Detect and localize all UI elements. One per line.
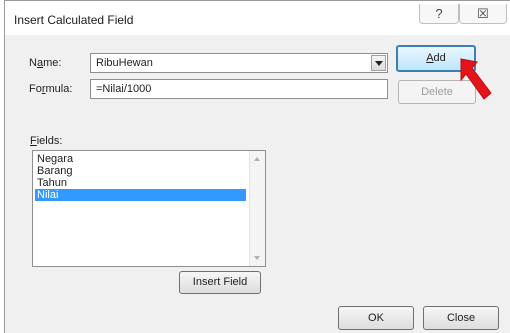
window-close-button[interactable]: ☒: [459, 4, 507, 24]
fields-label-part: ields:: [36, 135, 63, 147]
fields-listbox[interactable]: Negara Barang Tahun Nilai: [32, 150, 266, 267]
list-item[interactable]: Barang: [35, 165, 246, 177]
help-icon: ?: [435, 6, 443, 21]
insert-field-label: Insert Field: [192, 276, 248, 288]
ok-button[interactable]: OK: [338, 306, 414, 330]
add-label-accel: A: [426, 52, 434, 64]
help-button[interactable]: ?: [419, 4, 459, 24]
dialog-title: Insert Calculated Field: [14, 13, 134, 27]
list-item-selected[interactable]: Nilai: [35, 189, 246, 201]
name-label: Name:: [29, 57, 61, 69]
close-button[interactable]: Close: [423, 306, 499, 330]
name-value: RibuHewan: [96, 57, 153, 69]
list-item[interactable]: Negara: [35, 153, 246, 165]
ok-label: OK: [368, 312, 384, 324]
listbox-scrollbar[interactable]: [249, 151, 265, 266]
list-item[interactable]: Tahun: [35, 177, 246, 189]
formula-value: =Nilai/1000: [96, 83, 152, 95]
chevron-down-icon[interactable]: [371, 55, 386, 71]
formula-label-part: mula:: [45, 83, 73, 95]
formula-label: Formula:: [29, 83, 72, 95]
name-label-part: me:: [43, 57, 62, 69]
fields-label-accel: F: [30, 135, 37, 147]
name-combobox[interactable]: RibuHewan: [90, 53, 388, 73]
formula-input[interactable]: =Nilai/1000: [90, 79, 388, 99]
fields-label: Fields:: [30, 135, 62, 147]
scroll-down-icon[interactable]: [254, 256, 260, 260]
delete-label: Delete: [421, 86, 453, 98]
scroll-up-icon[interactable]: [254, 157, 260, 161]
name-label-part: N: [29, 57, 37, 69]
close-label: Close: [446, 312, 476, 324]
formula-label-part: Fo: [29, 83, 42, 95]
add-label-part: dd: [433, 52, 446, 64]
insert-field-button[interactable]: Insert Field: [179, 271, 261, 294]
insert-calculated-field-dialog: Insert Calculated Field ? ☒ Name: RibuHe…: [4, 0, 510, 333]
close-icon: ☒: [477, 6, 489, 21]
arrow-pointer-icon: [460, 58, 492, 100]
title-bar: Insert Calculated Field ? ☒: [5, 1, 510, 35]
